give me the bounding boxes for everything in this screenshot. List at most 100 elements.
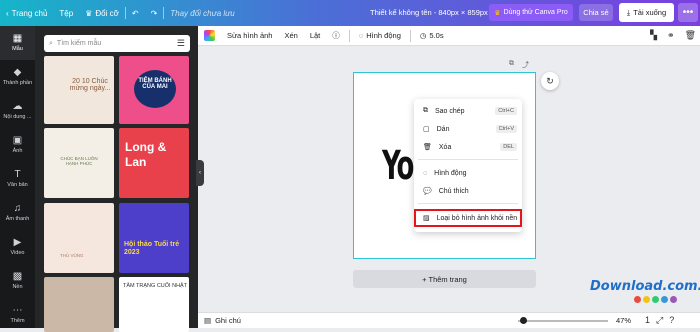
trash-icon: 🗑 bbox=[423, 144, 432, 151]
collapse-panel-handle[interactable]: ‹ bbox=[196, 160, 204, 186]
rotate-button[interactable]: ↻ bbox=[541, 72, 559, 90]
menu-item-comment[interactable]: 💬 Chú thích bbox=[414, 182, 522, 200]
page-count-badge[interactable]: 1 bbox=[645, 315, 650, 326]
watermark-logo: Download.com.vn bbox=[590, 279, 700, 303]
download-button[interactable]: ⤓ Tải xuống bbox=[619, 3, 674, 22]
templates-icon: ▦ bbox=[12, 33, 23, 44]
info-icon: ⓘ bbox=[332, 31, 340, 40]
add-page-button[interactable]: + Thêm trang bbox=[353, 270, 536, 288]
help-icon[interactable]: ? bbox=[669, 315, 674, 326]
divider bbox=[409, 29, 411, 42]
redo-button[interactable]: ↷ bbox=[145, 9, 164, 18]
page-actions: ⧉ ⤴ bbox=[509, 60, 529, 70]
bottom-bar: ▤ Ghi chú 47% 1 ⤢ ? bbox=[198, 312, 700, 328]
toolbar-right-tools: ▚ ⚭ 🗑 bbox=[650, 30, 696, 41]
rail-item-photos[interactable]: ▣ Ảnh bbox=[0, 128, 35, 162]
comment-icon: 💬 bbox=[423, 188, 432, 195]
fullscreen-icon[interactable]: ⤢ bbox=[656, 315, 663, 326]
template-thumbnail[interactable]: CHÚC BẠN LUÔN HẠNH PHÚC bbox=[44, 128, 114, 198]
edit-image-button[interactable]: Sửa hình ảnh bbox=[221, 31, 278, 40]
rail-item-uploads[interactable]: ☁ Nội dung ... bbox=[0, 94, 35, 128]
photo-icon: ▣ bbox=[12, 135, 23, 146]
template-thumbnail[interactable] bbox=[44, 277, 114, 332]
bottom-right-tools: 1 ⤢ ? bbox=[645, 315, 674, 326]
template-thumbnail[interactable]: Long & Lan bbox=[119, 128, 189, 198]
rail-item-elements[interactable]: ◆ Thành phần bbox=[0, 60, 35, 94]
zoom-slider[interactable] bbox=[518, 317, 608, 324]
rail-item-templates[interactable]: ▦ Mẫu bbox=[0, 26, 35, 60]
rail-item-text[interactable]: T Văn bản bbox=[0, 162, 35, 196]
template-thumbnail[interactable]: TÂM TRẠNG CUỐI NHẬT bbox=[119, 277, 189, 332]
video-icon: ▶ bbox=[13, 237, 22, 248]
copy-icon: ⧉ bbox=[423, 107, 428, 114]
duration-button[interactable]: ◷ 5.0s bbox=[414, 31, 450, 40]
menu-item-copy[interactable]: ⧉ Sao chép Ctrl+C bbox=[414, 102, 522, 120]
info-button[interactable]: ⓘ bbox=[326, 30, 346, 41]
rail-item-more[interactable]: ⋯ Thêm bbox=[0, 298, 35, 332]
template-thumbnail[interactable]: 20 10 Chúc mừng ngày... bbox=[44, 56, 114, 124]
chevron-left-icon: ‹ bbox=[199, 170, 201, 176]
rail-item-video[interactable]: ▶ Video bbox=[0, 230, 35, 264]
transparency-icon[interactable]: ▚ bbox=[650, 30, 657, 41]
crown-icon: ♛ bbox=[85, 8, 93, 18]
document-title[interactable]: Thiết kế không tên - 840px × 859px bbox=[370, 8, 488, 17]
notes-icon: ▤ bbox=[204, 316, 212, 325]
paste-icon: ▢ bbox=[423, 126, 430, 133]
template-thumbnail[interactable]: THỦ VŨNG bbox=[44, 203, 114, 273]
animate-icon: ◌ bbox=[423, 169, 428, 177]
template-thumbnail[interactable]: TIỆM BÁNH CỦA MAI bbox=[119, 56, 189, 124]
redo-icon: ↷ bbox=[150, 8, 158, 18]
share-button[interactable]: Chia sẻ bbox=[579, 4, 613, 21]
menu-item-animate[interactable]: ◌ Hình động bbox=[414, 164, 522, 182]
ellipsis-icon: ⋯ bbox=[12, 305, 23, 316]
save-status: Thay đổi chưa lưu bbox=[170, 8, 235, 18]
more-options-button[interactable]: ••• bbox=[678, 3, 698, 22]
template-search-input[interactable]: ⌕ Tìm kiếm mẫu ☰ bbox=[44, 35, 190, 52]
template-thumbnail[interactable]: Hội thảo Tuổi trẻ 2023 bbox=[119, 203, 189, 273]
download-icon: ⤓ bbox=[626, 7, 631, 17]
duplicate-page-icon[interactable]: ⧉ bbox=[509, 60, 514, 70]
editor-toolbar: Sửa hình ảnh Xén Lật ⓘ ◌ Hình động ◷ 5.0… bbox=[198, 26, 700, 46]
try-pro-button[interactable]: ♛ Dùng thử Canva Pro bbox=[489, 4, 573, 21]
menu-item-remove-background[interactable]: ▨ Loại bỏ hình ảnh khỏi nền bbox=[414, 209, 522, 227]
crown-icon: ♛ bbox=[494, 9, 501, 17]
undo-button[interactable]: ↶ bbox=[126, 9, 145, 18]
remove-background-icon: ▨ bbox=[423, 215, 430, 222]
rail-item-background[interactable]: ▩ Nền bbox=[0, 264, 35, 298]
trash-icon[interactable]: 🗑 bbox=[685, 30, 696, 41]
rail-item-audio[interactable]: ♫ Âm thanh bbox=[0, 196, 35, 230]
search-icon: ⌕ bbox=[49, 39, 53, 47]
undo-icon: ↶ bbox=[131, 8, 139, 18]
cloud-upload-icon: ☁ bbox=[12, 101, 23, 112]
menu-divider bbox=[418, 159, 518, 160]
music-icon: ♫ bbox=[13, 203, 22, 214]
shapes-icon: ◆ bbox=[13, 67, 22, 78]
watermark-dots bbox=[634, 296, 700, 303]
context-menu: ⧉ Sao chép Ctrl+C ▢ Dán Ctrl+V 🗑 Xóa DEL… bbox=[414, 99, 522, 232]
menu-item-delete[interactable]: 🗑 Xóa DEL bbox=[414, 138, 522, 156]
menu-item-paste[interactable]: ▢ Dán Ctrl+V bbox=[414, 120, 522, 138]
chevron-left-icon: ‹ bbox=[6, 8, 9, 18]
notes-button[interactable]: ▤ Ghi chú bbox=[198, 316, 241, 325]
animate-icon: ◌ bbox=[358, 31, 364, 40]
link-icon[interactable]: ⚭ bbox=[667, 30, 675, 41]
text-icon: T bbox=[14, 169, 21, 180]
home-button[interactable]: ‹ Trang chủ bbox=[0, 9, 53, 18]
rotate-icon: ↻ bbox=[546, 75, 554, 86]
divider bbox=[348, 29, 350, 42]
filter-icon[interactable]: ☰ bbox=[177, 38, 185, 49]
color-picker-icon[interactable] bbox=[204, 30, 215, 41]
background-icon: ▩ bbox=[12, 271, 23, 282]
zoom-level[interactable]: 47% bbox=[616, 316, 631, 325]
crop-button[interactable]: Xén bbox=[278, 31, 303, 40]
animate-button[interactable]: ◌ Hình động bbox=[353, 31, 407, 40]
menu-divider bbox=[418, 203, 518, 204]
flip-button[interactable]: Lật bbox=[304, 31, 326, 40]
zoom-slider-knob[interactable] bbox=[520, 317, 527, 324]
expand-page-icon[interactable]: ⤴ bbox=[522, 60, 529, 70]
timer-icon: ◷ bbox=[419, 31, 427, 40]
ellipsis-icon: ••• bbox=[682, 7, 694, 18]
file-menu-button[interactable]: Tệp bbox=[53, 9, 79, 18]
resize-button[interactable]: ♛ Đổi cỡ bbox=[79, 9, 125, 18]
side-rail: ▦ Mẫu ◆ Thành phần ☁ Nội dung ... ▣ Ảnh … bbox=[0, 26, 35, 328]
